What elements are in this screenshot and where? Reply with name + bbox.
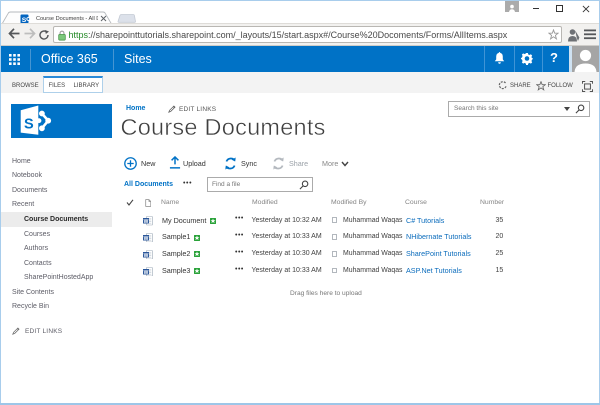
svg-text:W: W [144,219,149,225]
svg-text:W: W [144,236,149,242]
svg-text:W: W [144,252,149,258]
svg-text:W: W [144,269,149,275]
svg-text:S: S [24,116,34,132]
